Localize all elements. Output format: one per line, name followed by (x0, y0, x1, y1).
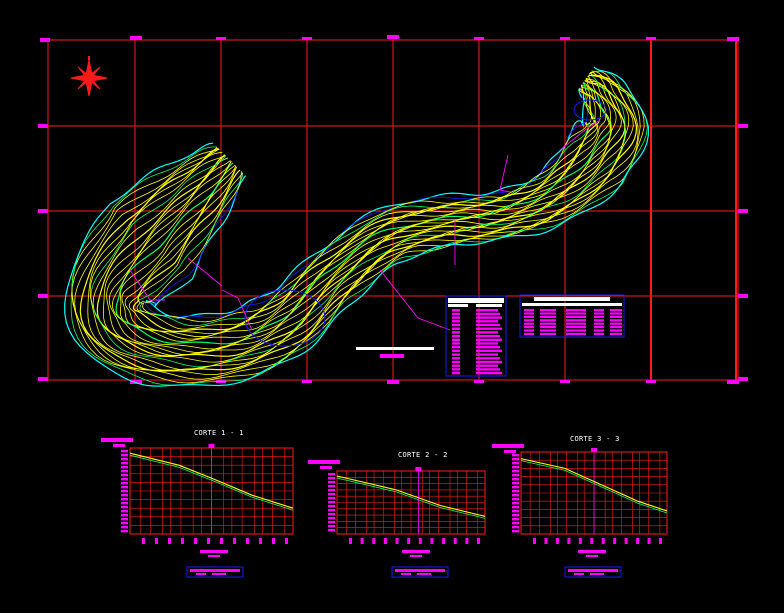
section-title-1: CORTE 1 - 1 (194, 429, 244, 437)
scale-bar (356, 347, 434, 358)
section-title-3: CORTE 3 - 3 (570, 435, 620, 443)
section-3 (492, 444, 668, 578)
cross-sections (101, 438, 668, 578)
section-title-2: CORTE 2 - 2 (398, 451, 448, 459)
plan-grid (47, 39, 739, 381)
section-2 (308, 460, 486, 578)
topographic-contours (64, 66, 650, 387)
section-1 (101, 438, 294, 578)
compass-rose-icon (70, 56, 108, 97)
coordinates-table-1 (445, 295, 507, 377)
coordinates-table-2 (519, 294, 625, 338)
cad-drawing-canvas[interactable] (0, 0, 784, 613)
